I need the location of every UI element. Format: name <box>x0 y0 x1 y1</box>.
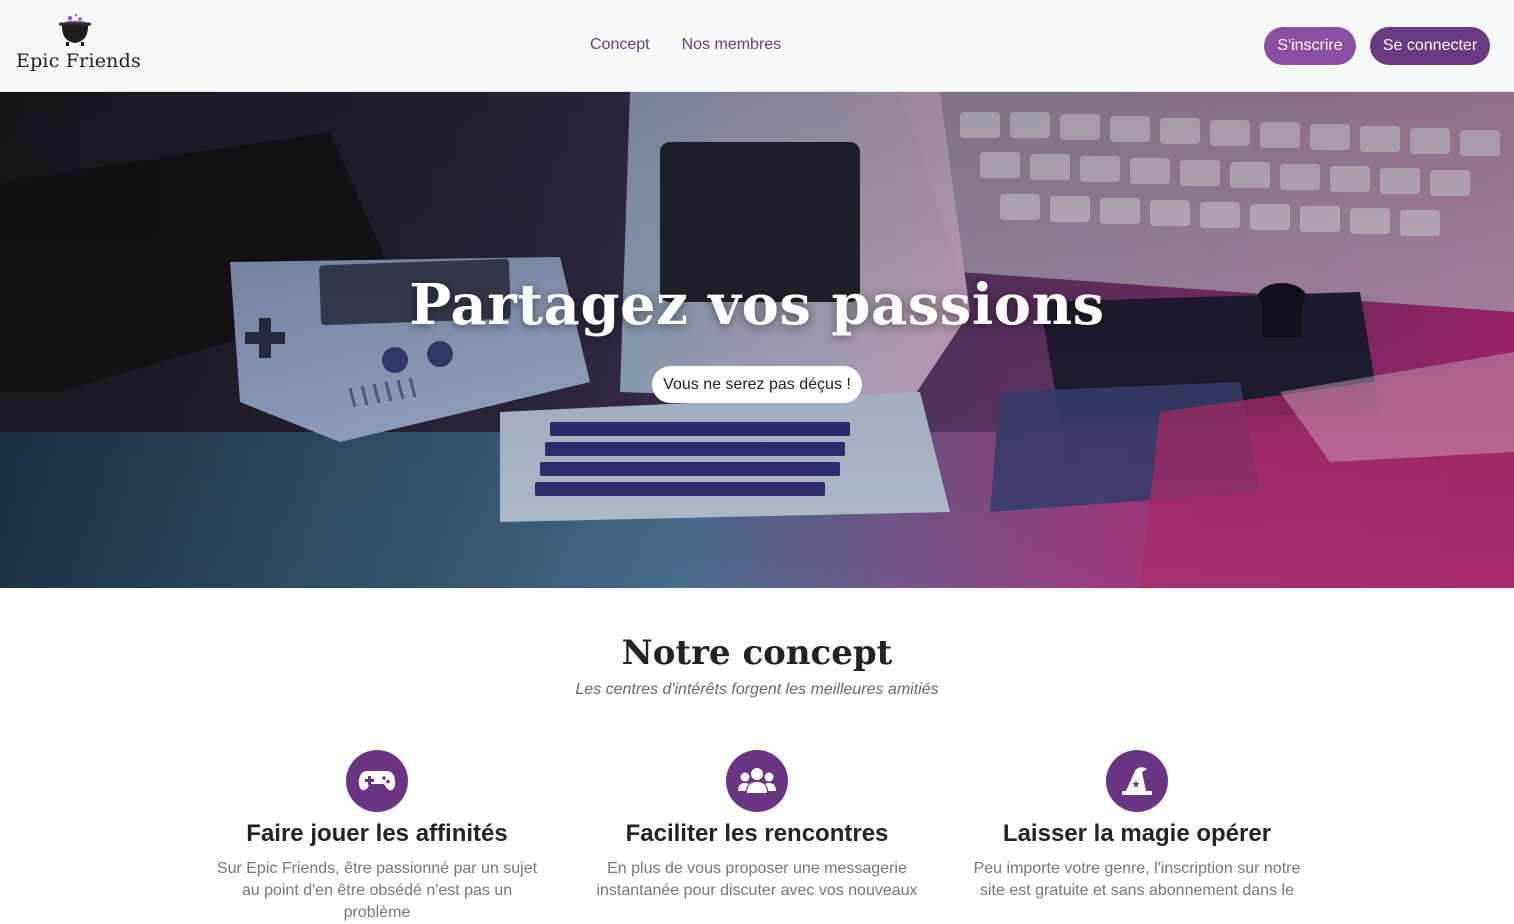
feature-title: Faire jouer les affinités <box>246 820 508 847</box>
cauldron-icon <box>57 12 93 48</box>
nav-link-concept[interactable]: Concept <box>590 33 650 57</box>
feature-title: Laisser la magie opérer <box>1002 820 1272 847</box>
main-nav: Concept Nos membres <box>590 33 781 57</box>
feature-text: En plus de vous proposer une messagerie … <box>596 860 918 899</box>
concept-subtitle: Les centres d'intérêts forgent les meill… <box>575 681 939 698</box>
brand-link[interactable]: Epic Friends <box>16 12 141 78</box>
hero-banner: Partagez vos passions Vous ne serez pas … <box>0 92 1514 588</box>
concept-title: Notre concept <box>621 633 893 673</box>
hero-tagline-pill: Vous ne serez pas déçus ! <box>652 366 862 403</box>
wizard-hat-icon <box>1106 750 1168 812</box>
signup-button[interactable]: S'inscrire <box>1264 27 1356 65</box>
navbar: Epic Friends Concept Nos membres S'inscr… <box>0 0 1514 92</box>
login-button[interactable]: Se connecter <box>1370 27 1490 65</box>
feature-text: Peu importe votre genre, l'inscription s… <box>973 860 1301 899</box>
hero-background-image <box>0 92 1514 588</box>
gamepad-icon <box>346 750 408 812</box>
users-icon <box>726 750 788 812</box>
nav-link-members[interactable]: Nos membres <box>682 33 782 57</box>
feature-text: Sur Epic Friends, être passionné par un … <box>216 860 538 921</box>
brand-name: Epic Friends <box>16 50 141 72</box>
hero-title: Partagez vos passions <box>409 272 1105 338</box>
feature-title: Faciliter les rencontres <box>625 820 889 847</box>
